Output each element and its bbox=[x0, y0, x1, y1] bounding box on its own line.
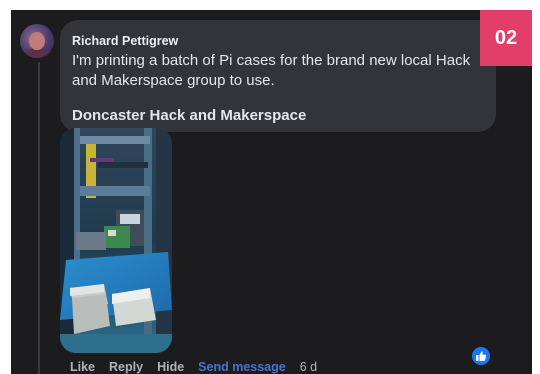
avatar-face bbox=[29, 32, 45, 50]
hide-link[interactable]: Hide bbox=[157, 360, 184, 374]
send-message-link[interactable]: Send message bbox=[198, 360, 286, 374]
like-reaction[interactable] bbox=[470, 345, 492, 367]
like-link[interactable]: Like bbox=[70, 360, 95, 374]
comment-text: I'm printing a batch of Pi cases for the… bbox=[72, 52, 471, 89]
reply-link[interactable]: Reply bbox=[109, 360, 143, 374]
attached-photo[interactable] bbox=[60, 128, 172, 353]
comment-actions: Like Reply Hide Send message 6 d bbox=[70, 360, 317, 374]
comment-author[interactable]: Richard Pettigrew bbox=[72, 34, 178, 48]
group-link[interactable]: Doncaster Hack and Makerspace bbox=[72, 107, 306, 124]
thread-line bbox=[38, 62, 40, 374]
thumbs-up-icon bbox=[476, 351, 487, 361]
avatar[interactable] bbox=[20, 24, 54, 58]
timestamp[interactable]: 6 d bbox=[300, 360, 317, 374]
number-badge: 02 bbox=[480, 10, 532, 66]
photo-3d-printer-icon bbox=[60, 128, 172, 353]
comment-panel: Richard Pettigrew I'm printing a batch o… bbox=[11, 10, 532, 374]
comment-bubble: Richard Pettigrew I'm printing a batch o… bbox=[60, 20, 496, 132]
